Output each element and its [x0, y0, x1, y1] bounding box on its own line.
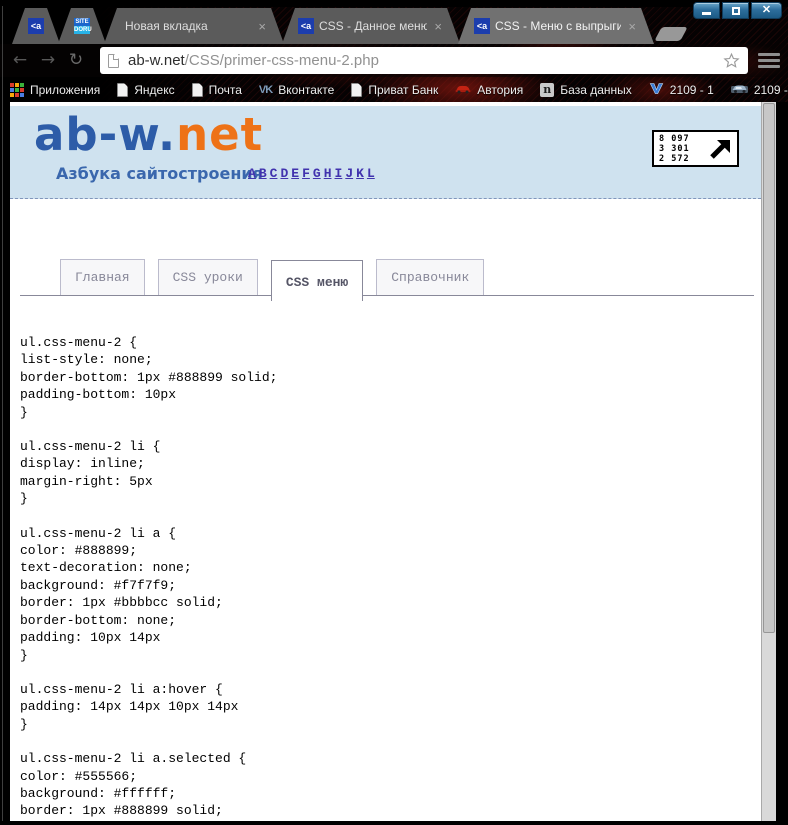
logo-orange-part: net	[176, 108, 264, 161]
counter-arrow-icon	[707, 136, 733, 162]
abw-favicon-icon: <a	[474, 18, 490, 34]
demo-tab-css-menu[interactable]: CSS меню	[270, 260, 364, 301]
bookmarks-bar: Приложения Яндекс Почта VK Вконтакте При…	[0, 77, 788, 102]
red-car-icon	[455, 83, 471, 97]
refresh-button[interactable]: ↻	[64, 52, 88, 69]
apps-grid-icon	[10, 82, 24, 97]
alphabet-link[interactable]: I	[335, 166, 343, 181]
bookmark-pochta[interactable]: Почта	[191, 82, 242, 97]
code-block-li-a-selected: ul.css-menu-2 li a.selected { color: #55…	[20, 751, 277, 821]
alphabet-link[interactable]: B	[259, 166, 267, 181]
forward-button[interactable]: →	[36, 52, 60, 69]
tab-new-tab[interactable]: Новая вкладка ×	[104, 8, 284, 44]
alphabet-link[interactable]: G	[313, 166, 321, 181]
alphabet-link[interactable]: H	[324, 166, 332, 181]
window-controls: ✕	[693, 2, 782, 19]
tab-close-icon[interactable]: ×	[256, 20, 268, 33]
address-bar[interactable]: ab-w.net/CSS/primer-css-menu-2.php	[100, 47, 748, 74]
database-icon: n	[540, 82, 555, 97]
tab-title: Новая вкладка	[125, 19, 208, 33]
pinned-tab-abw[interactable]: <a	[12, 8, 60, 44]
chrome-menu-icon[interactable]	[758, 53, 780, 68]
tab-close-icon[interactable]: ×	[626, 20, 638, 33]
alphabet-link[interactable]: E	[291, 166, 299, 181]
minimize-icon	[702, 12, 711, 15]
page-scrollbar[interactable]	[761, 102, 776, 821]
code-block-li-a: ul.css-menu-2 li a { color: #888899; tex…	[20, 525, 223, 663]
sitedo-favicon-icon: SITE DORU	[74, 19, 92, 33]
abw-favicon-icon: <a	[298, 18, 314, 34]
alphabet-link[interactable]: L	[367, 166, 375, 181]
maximize-button[interactable]	[722, 2, 749, 19]
alphabet-link[interactable]: A	[248, 166, 256, 181]
logo-blue-part: ab-w	[34, 108, 158, 161]
alphabet-link[interactable]: C	[270, 166, 278, 181]
visitor-counter-widget[interactable]: 8 097 3 301 2 572	[652, 130, 739, 167]
window-frame-edge	[2, 6, 3, 821]
bookmark-vkontakte[interactable]: VK Вконтакте	[259, 83, 334, 97]
scrollbar-thumb[interactable]	[763, 103, 775, 633]
url-path: /CSS/primer-css-menu-2.php	[184, 52, 379, 69]
back-button[interactable]: ←	[8, 52, 32, 69]
navigation-toolbar: ← → ↻ ab-w.net/CSS/primer-css-menu-2.php	[0, 44, 788, 77]
code-block-ul: ul.css-menu-2 { list-style: none; border…	[20, 335, 278, 420]
browser-window: { "window": { "controls": { "close_glyph…	[0, 0, 788, 825]
minimize-button[interactable]	[693, 2, 720, 19]
page-icon	[117, 82, 129, 97]
blue-v-icon	[649, 81, 664, 99]
bookmark-avtoria[interactable]: Автория	[455, 83, 523, 97]
abw-favicon-icon: <a	[28, 18, 44, 34]
bookmark-star-icon[interactable]	[723, 52, 740, 69]
alphabet-link[interactable]: D	[280, 166, 288, 181]
tab-title: CSS - Данное меню прете	[319, 19, 428, 33]
car-photo-icon	[730, 83, 748, 97]
close-button[interactable]: ✕	[751, 2, 782, 19]
alphabet-link[interactable]: K	[356, 166, 364, 181]
demo-tab-menu: Главная CSS уроки CSS меню Справочник	[20, 244, 754, 301]
new-tab-button[interactable]	[654, 27, 688, 41]
page-icon	[351, 82, 363, 97]
counter-digits: 8 097 3 301 2 572	[659, 133, 690, 164]
maximize-icon	[731, 6, 740, 15]
tab-css-menu-active[interactable]: <a CSS - Меню с выпрыгиван ×	[458, 8, 654, 44]
demo-tab-spravochnik[interactable]: Справочник	[376, 259, 485, 295]
url-text[interactable]: ab-w.net/CSS/primer-css-menu-2.php	[128, 52, 379, 69]
demo-tab-glavnaya[interactable]: Главная	[60, 259, 145, 295]
bookmark-database[interactable]: n База данных	[540, 82, 632, 97]
bookmark-yandex[interactable]: Яндекс	[117, 82, 175, 97]
page-icon	[108, 53, 119, 68]
bookmark-apps[interactable]: Приложения	[10, 82, 100, 97]
tab-css-dannoe-menu[interactable]: <a CSS - Данное меню прете ×	[282, 8, 460, 44]
page-icon	[191, 82, 203, 97]
bookmark-2109-1[interactable]: 2109 - 1	[649, 81, 714, 99]
demo-tab-css-uroki[interactable]: CSS уроки	[157, 259, 258, 295]
tab-title: CSS - Меню с выпрыгиван	[495, 19, 622, 33]
bookmark-privatbank[interactable]: Приват Банк	[351, 82, 438, 97]
site-logo[interactable]: ab-w.net	[34, 108, 263, 161]
code-block-li: ul.css-menu-2 li { display: inline; marg…	[20, 439, 161, 507]
tab-close-icon[interactable]: ×	[432, 20, 444, 33]
alphabet-link[interactable]: F	[302, 166, 310, 181]
close-icon: ✕	[761, 4, 772, 16]
logo-dot: .	[157, 108, 177, 161]
web-page: ab-w.net Азбука сайтостроения ABCDEFGHIJ…	[10, 102, 761, 821]
code-block-li-a-hover: ul.css-menu-2 li a:hover { padding: 14px…	[20, 681, 239, 732]
url-domain: ab-w.net	[128, 52, 185, 69]
pinned-tab-sitedo[interactable]: SITE DORU	[58, 8, 106, 44]
css-code-listing: ul.css-menu-2 { list-style: none; border…	[20, 334, 740, 821]
browser-chrome: ✕ <a SITE DORU Новая вкладка × <a CSS - …	[0, 0, 788, 102]
bookmark-2109-2[interactable]: 2109 - 2	[730, 83, 788, 97]
alphabet-link[interactable]: J	[345, 166, 353, 181]
vk-icon: VK	[258, 83, 273, 96]
site-tagline: Азбука сайтостроения	[56, 164, 263, 183]
alphabet-links: ABCDEFGHIJKL	[248, 166, 378, 181]
